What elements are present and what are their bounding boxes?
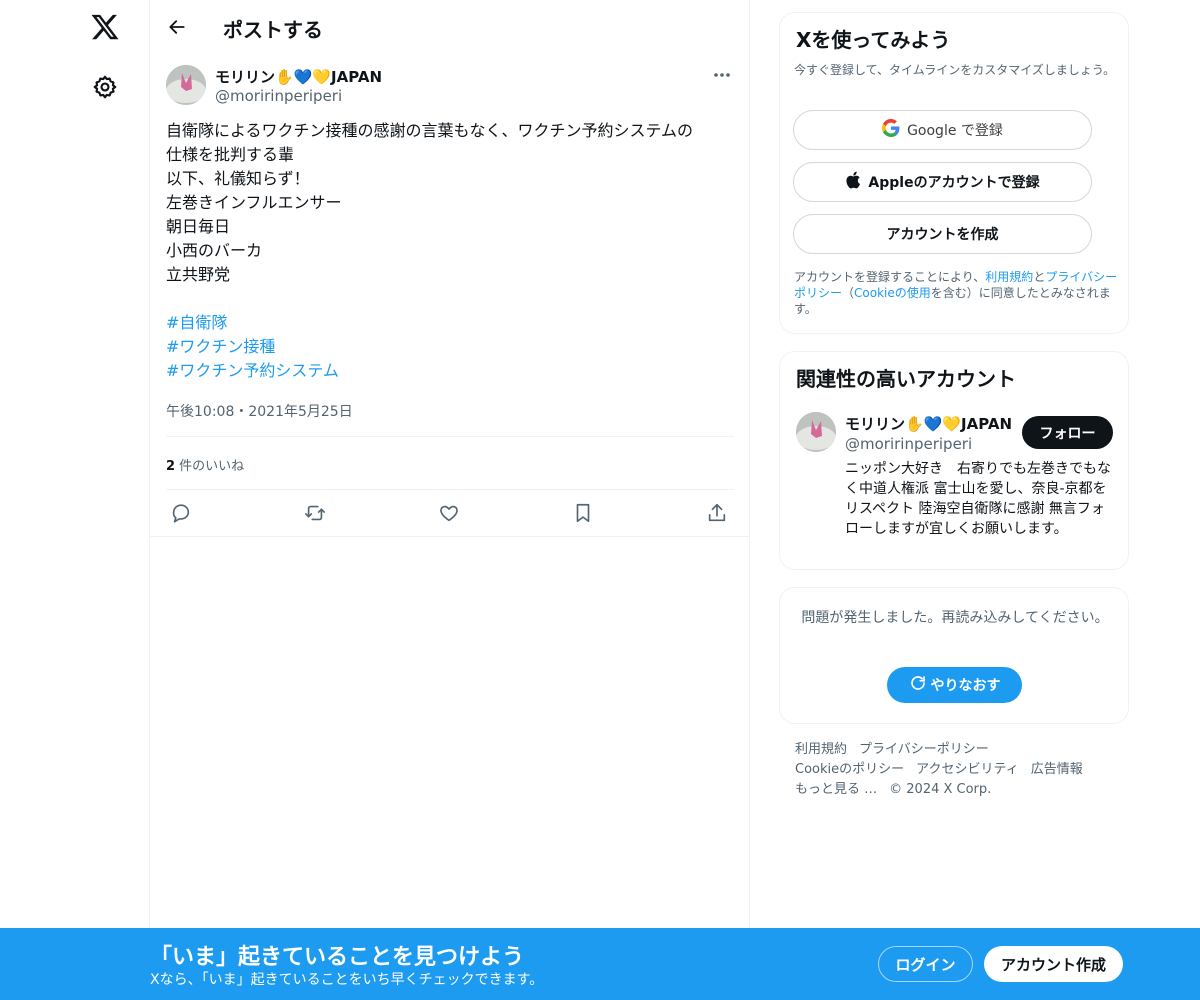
repost-icon[interactable] — [304, 502, 328, 526]
post-timestamp[interactable]: 午後10:08・2021年5月25日 — [166, 401, 353, 421]
post-actions — [150, 490, 750, 537]
refresh-icon — [909, 674, 931, 696]
signup-card: Xを使ってみよう 今すぐ登録して、タイムラインをカスタマイズしましょう。 Goo… — [779, 12, 1129, 334]
left-nav — [0, 0, 150, 1000]
back-arrow-icon[interactable] — [164, 14, 190, 40]
apple-signup-label: Appleのアカウントで登録 — [868, 175, 1040, 191]
likes-label: 件のいいね — [175, 459, 245, 474]
avatar[interactable] — [796, 412, 836, 452]
x-logo-icon[interactable] — [90, 12, 120, 42]
create-account-button[interactable]: アカウントを作成 — [793, 214, 1092, 254]
signup-button[interactable]: アカウント作成 — [984, 946, 1123, 982]
hashtag-link[interactable]: #ワクチン予約システム — [166, 359, 736, 383]
footer-link[interactable]: プライバシーポリシー — [859, 742, 989, 757]
related-account-handle[interactable]: @moririnperiperi — [845, 435, 972, 453]
google-icon — [882, 119, 907, 141]
retry-button[interactable]: やりなおす — [887, 667, 1022, 703]
post-header: ポストする — [150, 0, 750, 54]
author-name[interactable]: モリリン✋💙💛JAPAN — [215, 66, 382, 87]
post-text-line — [166, 287, 736, 311]
post-text-line: 立共野党 — [166, 265, 231, 284]
footer-link[interactable]: もっと見る … — [795, 782, 877, 797]
bottom-signup-bar: 「いま」起きていることを見つけよう Xなら、「いま」起きていることをいち早くチェ… — [0, 928, 1200, 1000]
footer-link[interactable]: Cookieのポリシー — [795, 762, 904, 777]
cookie-link[interactable]: Cookieの使用 — [854, 286, 931, 300]
post-text-line: 仕様を批判する輩 — [166, 145, 295, 164]
retry-label: やりなおす — [930, 678, 1001, 694]
google-signup-label: Google で登録 — [907, 123, 1003, 139]
terms-prefix: アカウントを登録することにより、 — [794, 270, 986, 284]
author-handle[interactable]: @moririnperiperi — [215, 87, 342, 105]
footer-link[interactable]: アクセシビリティ — [916, 762, 1019, 777]
signup-card-title: Xを使ってみよう — [796, 28, 951, 52]
likes-number: 2 — [166, 459, 176, 474]
main-column: ポストする モリリン✋💙💛JAPAN @moririnperiperi 自衛隊に… — [149, 0, 750, 1000]
footer-link[interactable]: 広告情報 — [1031, 762, 1083, 777]
footer-links: 利用規約 プライバシーポリシー Cookieのポリシー アクセシビリティ 広告情報 も… — [795, 740, 1125, 800]
likes-count[interactable]: 2 件のいいね — [166, 455, 244, 474]
avatar[interactable] — [166, 65, 206, 105]
follow-button[interactable]: フォロー — [1022, 416, 1113, 449]
apple-icon — [845, 171, 868, 193]
bottom-bar-subtitle: Xなら、「いま」起きていることをいち早くチェックできます。 — [150, 972, 544, 988]
apple-signup-button[interactable]: Appleのアカウントで登録 — [793, 162, 1092, 202]
share-icon[interactable] — [706, 502, 730, 526]
reply-icon[interactable] — [170, 502, 194, 526]
page-title: ポストする — [223, 18, 323, 42]
post-text-line: 自衛隊によるワクチン接種の感謝の言葉もなく、ワクチン予約システムの — [166, 121, 694, 140]
signup-card-subtitle: 今すぐ登録して、タイムラインをカスタマイズしましょう。 — [794, 63, 1116, 77]
bottom-bar-title: 「いま」起きていることを見つけよう — [150, 945, 525, 970]
hashtag-link[interactable]: #ワクチン接種 — [166, 335, 736, 359]
google-signup-button[interactable]: Google で登録 — [793, 110, 1092, 150]
divider — [166, 436, 734, 437]
terms-mid: （ — [842, 286, 855, 300]
like-icon[interactable] — [438, 502, 462, 526]
hashtag-link[interactable]: #自衛隊 — [166, 311, 736, 335]
terms-and: と — [1033, 270, 1046, 284]
login-button[interactable]: ログイン — [878, 946, 973, 982]
related-accounts-title: 関連性の高いアカウント — [796, 367, 1016, 391]
bookmark-icon[interactable] — [572, 502, 596, 526]
error-card: 問題が発生しました。再読み込みしてください。 やりなおす — [779, 587, 1129, 724]
gear-icon[interactable] — [92, 74, 118, 100]
copyright: © 2024 X Corp. — [889, 782, 992, 797]
terms-link[interactable]: 利用規約 — [985, 270, 1033, 284]
related-accounts-card: 関連性の高いアカウント モリリン✋💙💛JAPAN @moririnperiper… — [779, 351, 1129, 570]
error-message: 問題が発生しました。再読み込みしてください。 — [801, 610, 1109, 626]
post-text-line: 小西のバーカ — [166, 241, 263, 260]
related-account-bio: ニッポン大好き 右寄りでも左巻きでもなく中道人権派 富士山を愛し、奈良-京都をリ… — [845, 461, 1111, 537]
more-options-icon[interactable] — [710, 66, 734, 84]
post-text-line: 以下、礼儀知らず！ — [166, 169, 310, 188]
related-account-name[interactable]: モリリン✋💙💛JAPAN — [845, 413, 1015, 434]
terms-text: アカウントを登録することにより、利用規約とプライバシーポリシー（Cookieの使… — [794, 269, 1124, 317]
post-text-line: 左巻きインフルエンサー — [166, 193, 342, 212]
post-text: 自衛隊によるワクチン接種の感謝の言葉もなく、ワクチン予約システムの 仕様を批判す… — [166, 119, 736, 383]
footer-link[interactable]: 利用規約 — [795, 742, 847, 757]
post-text-line: 朝日毎日 — [166, 217, 231, 236]
